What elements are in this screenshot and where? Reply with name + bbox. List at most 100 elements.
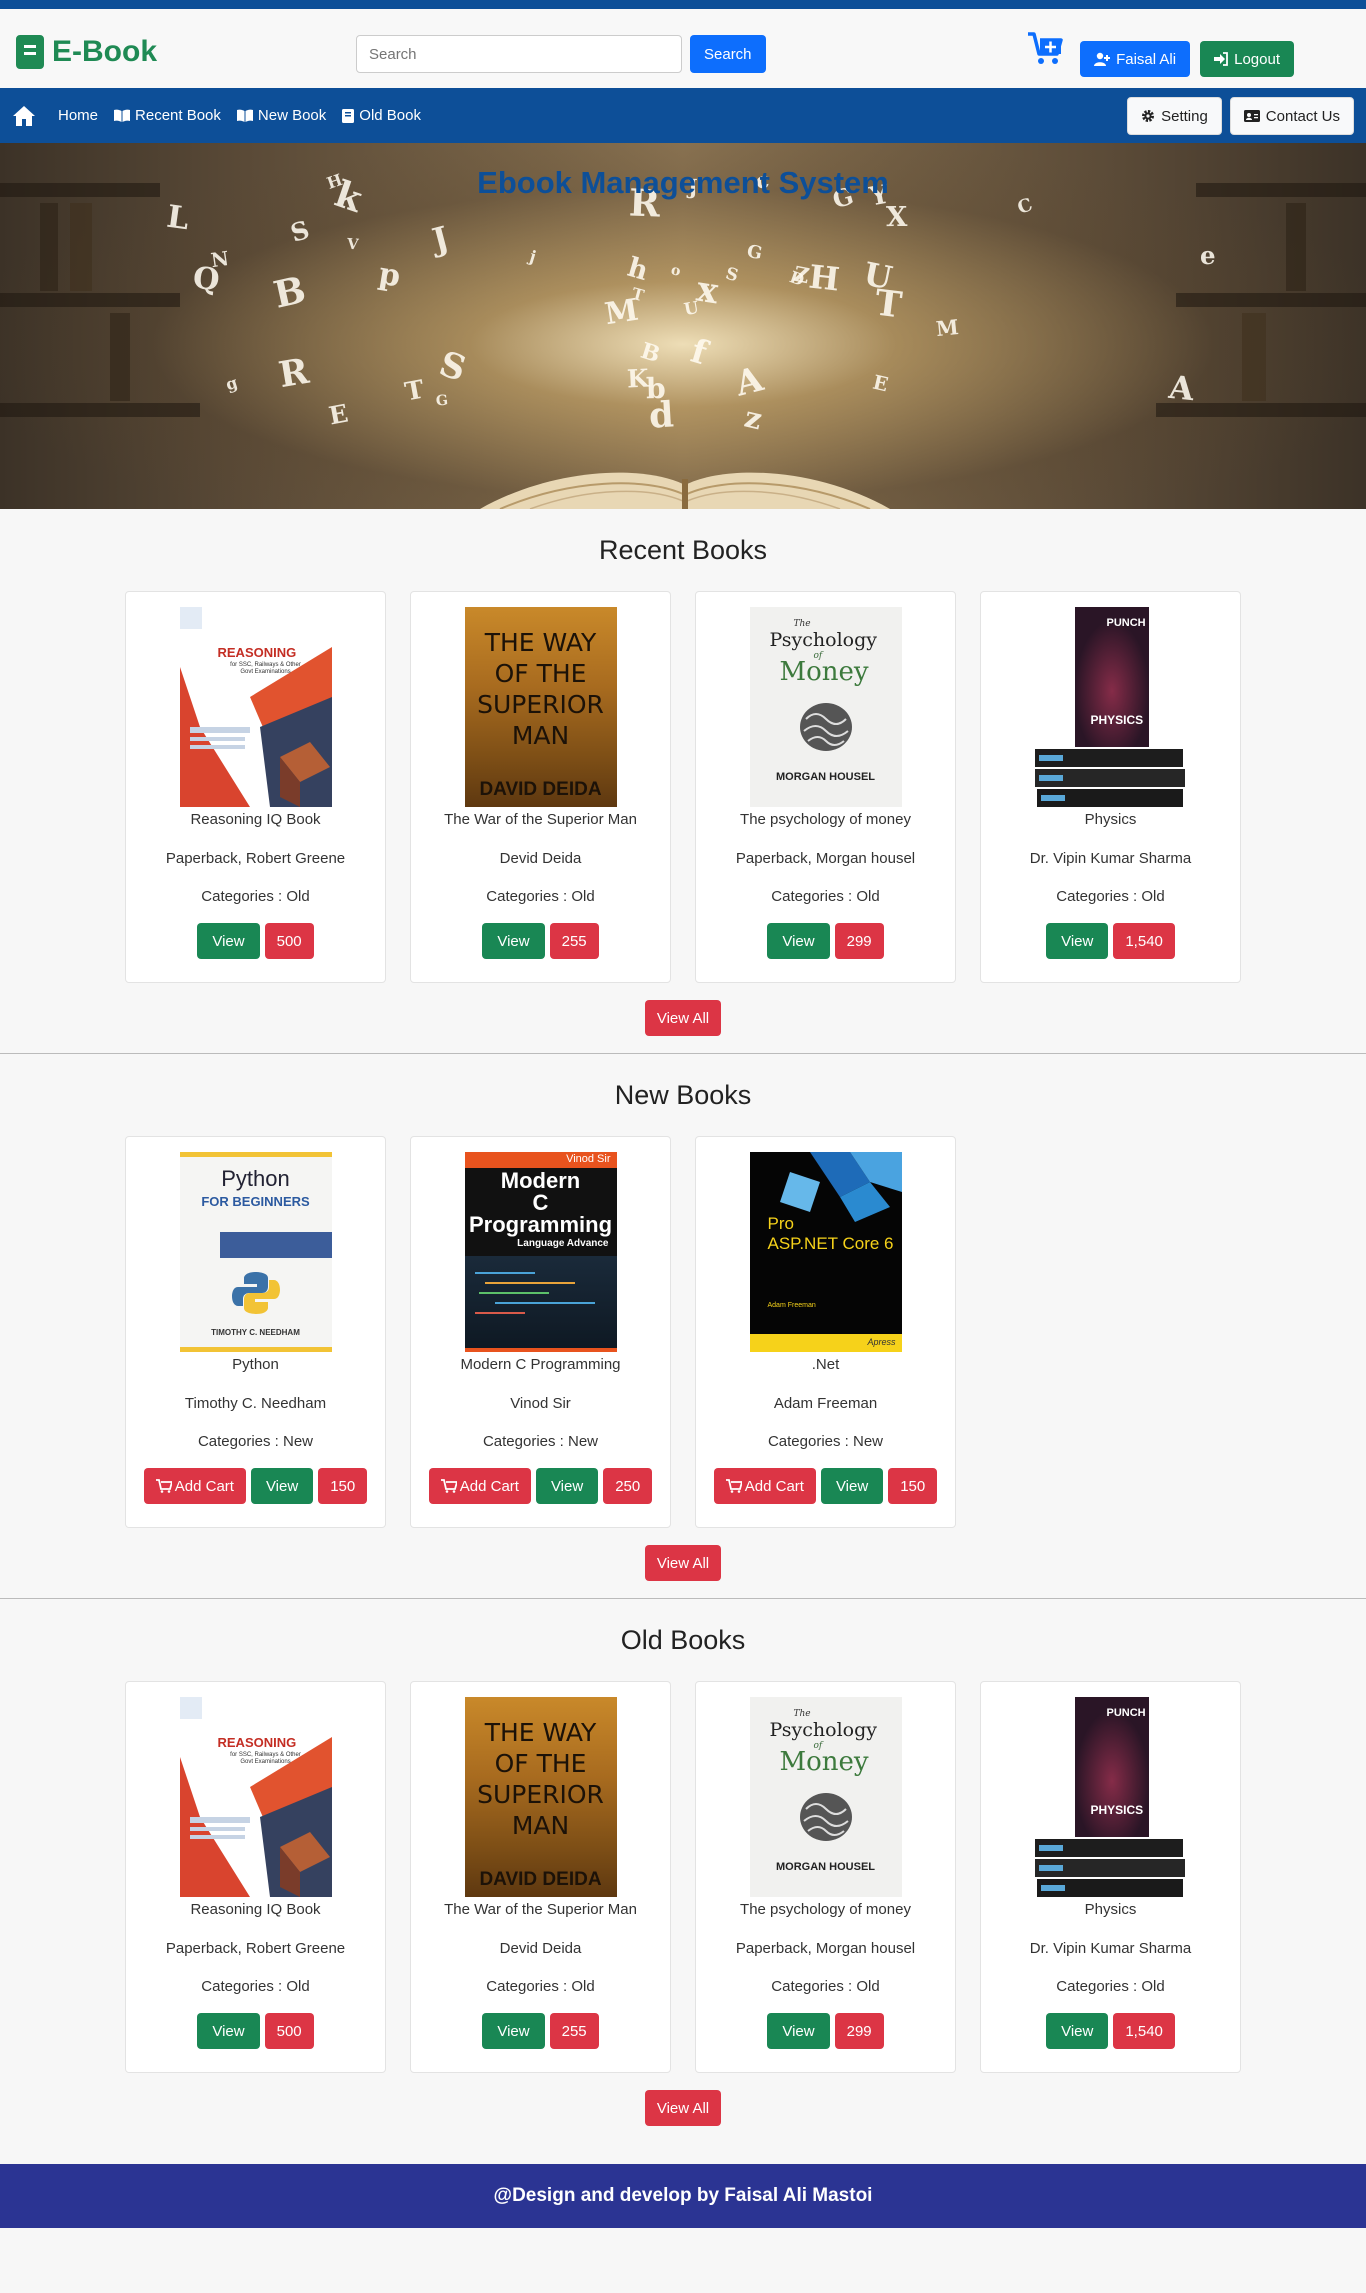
book-cover-image[interactable]: The Psychology of Money MORGAN HOUSEL [749,1697,902,1897]
price-button[interactable]: 150 [888,1468,938,1504]
nav-recent-book[interactable]: Recent Book [114,107,221,124]
add-cart-label: Add Cart [459,1477,519,1495]
view-button[interactable]: View [820,1468,884,1504]
recent-books-section: Recent Books REASONING for SSC, Railways [0,509,1366,1054]
book-card: The Psychology of Money MORGAN HOUSEL Th… [695,1681,956,2073]
cover-title-line: Programming [468,1212,613,1237]
user-plus-icon [1094,52,1111,66]
add-cart-button[interactable]: Add Cart [713,1468,816,1504]
cover-author: Adam Freeman [767,1302,816,1309]
book-cover-image[interactable]: THE WAY OF THE SUPERIOR MAN DAVID DEIDA [464,1697,617,1897]
view-button[interactable]: View [197,2013,260,2049]
cover-title: Python [221,1166,290,1191]
view-button[interactable]: View [1046,2013,1109,2049]
book-category: Categories : New [767,1433,884,1450]
cover-publisher: Apress [867,1337,896,1347]
cart-plus-icon [440,1479,457,1493]
price-button[interactable]: 255 [549,2013,599,2049]
book-cover-image[interactable]: Vinod Sir Modern C Programming Language … [464,1152,617,1352]
price-button[interactable]: 299 [834,923,884,959]
book-cover-image[interactable]: PUNCH PHYSICS [1034,607,1187,807]
view-button[interactable]: View [1046,923,1109,959]
old-view-all-button[interactable]: View All [644,2090,722,2126]
search-input[interactable] [356,35,682,73]
book-title: Python [232,1356,279,1373]
sign-out-icon [1214,52,1229,66]
nav-old-book[interactable]: Old Book [342,107,421,124]
book-actions: View 1,540 [981,923,1240,959]
search-button[interactable]: Search [690,35,766,73]
book-cover-image[interactable]: REASONING for SSC, Railways & Other Govt… [179,1697,332,1897]
top-accent-strip [0,0,1366,9]
brand-logo[interactable]: E-Book [16,35,157,69]
book-card: THE WAY OF THE SUPERIOR MAN DAVID DEIDA … [410,1681,671,2073]
logout-button[interactable]: Logout [1200,41,1294,77]
book-title: The War of the Superior Man [444,1901,637,1918]
cover-title-line: MAN [511,721,570,750]
book-cover-image[interactable]: REASONING for SSC, Railways & Other Govt… [179,607,332,807]
nav-home[interactable]: Home [58,107,98,124]
cart-plus-icon[interactable] [1026,30,1064,66]
book-category: Categories : New [197,1433,314,1450]
book-cover-image[interactable]: Python FOR BEGINNERS TIMOTHY C. NEEDHAM [179,1152,332,1352]
book-card: PUNCH PHYSICS Physics Dr. Vipin Kumar Sh… [980,591,1241,983]
view-button[interactable]: View [482,923,545,959]
search-form: Search [356,35,766,73]
view-button[interactable]: View [197,923,260,959]
book-cover-image[interactable]: Pro ASP.NET Core 6 Adam Freeman Apress [749,1152,902,1352]
cover-title: PHYSICS [1090,1803,1144,1817]
price-button[interactable]: 250 [603,1468,653,1504]
add-cart-button[interactable]: Add Cart [143,1468,246,1504]
book-cover-image[interactable]: THE WAY OF THE SUPERIOR MAN DAVID DEIDA [464,607,617,807]
home-icon[interactable] [12,104,36,128]
view-button[interactable]: View [482,2013,545,2049]
cover-author: MORGAN HOUSEL [776,771,875,783]
setting-button[interactable]: Setting [1127,97,1222,135]
add-cart-label: Add Cart [174,1477,234,1495]
contact-us-button[interactable]: Contact Us [1229,97,1354,135]
book-category: Categories : Old [771,888,880,905]
book-category: Categories : Old [486,1978,595,1995]
site-footer: @Design and develop by Faisal Ali Mastoi [0,2164,1366,2228]
price-button[interactable]: 500 [264,2013,314,2049]
price-button[interactable]: 299 [834,2013,884,2049]
user-profile-button[interactable]: Faisal Ali [1080,41,1191,77]
new-books-section: New Books Python FOR BEGINNERS TIMOTHY C… [0,1054,1366,1599]
book-title: .Net [811,1356,840,1373]
cover-title: REASONING [217,1735,297,1750]
book-card: The Psychology of Money MORGAN HOUSEL Th… [695,591,956,983]
book-title: Reasoning IQ Book [190,811,321,828]
view-button[interactable]: View [535,1468,599,1504]
price-button[interactable]: 150 [318,1468,368,1504]
price-button[interactable]: 255 [549,923,599,959]
hero-banner: UTZYXkBMEGjTHSQeKJSAcpGDbRLEHAJNCGoBMgVh… [0,143,1366,509]
nav-recent-label: Recent Book [135,107,221,124]
python-logo-icon [231,1272,280,1314]
book-category: Categories : Old [1056,888,1165,905]
nav-old-label: Old Book [359,107,421,124]
cover-title-line: OF THE [494,659,587,688]
book-cover-image[interactable]: PUNCH PHYSICS [1034,1697,1187,1897]
cover-subtitle: for SSC, Railways & Other Govt Examinati… [230,662,301,675]
cover-author: MORGAN HOUSEL [776,1861,875,1873]
price-button[interactable]: 1,540 [1113,923,1175,959]
new-view-all-button[interactable]: View All [644,1545,722,1581]
book-card: Python FOR BEGINNERS TIMOTHY C. NEEDHAM … [125,1136,386,1528]
book-cover-image[interactable]: The Psychology of Money MORGAN HOUSEL [749,607,902,807]
cover-title-line: THE WAY [484,1718,597,1747]
price-button[interactable]: 1,540 [1113,2013,1175,2049]
price-button[interactable]: 500 [264,923,314,959]
recent-view-all-button[interactable]: View All [644,1000,722,1036]
view-button[interactable]: View [767,2013,830,2049]
book-card: THE WAY OF THE SUPERIOR MAN DAVID DEIDA … [410,591,671,983]
book-category: Categories : Old [486,888,595,905]
view-button[interactable]: View [767,923,830,959]
open-book-icon [114,109,131,122]
nav-new-book[interactable]: New Book [236,107,326,124]
book-actions: View 299 [696,2013,955,2049]
view-button[interactable]: View [250,1468,314,1504]
brand-name: E-Book [52,35,157,68]
add-cart-button[interactable]: Add Cart [428,1468,531,1504]
cover-subtitle: FOR BEGINNERS [201,1194,310,1209]
cover-money: Money [779,657,869,687]
